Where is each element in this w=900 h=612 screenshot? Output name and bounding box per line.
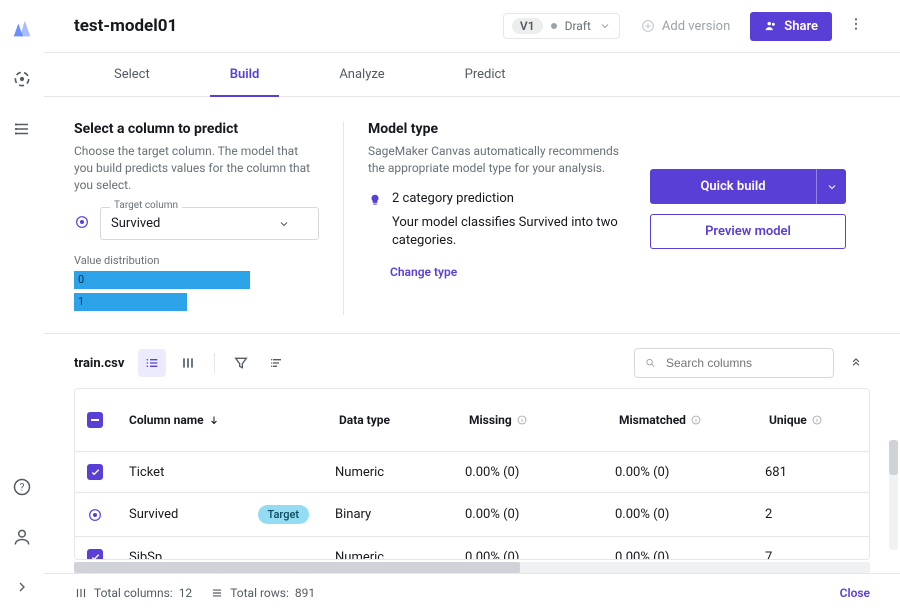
col-header-dtype[interactable]: Data type [335, 413, 465, 427]
nav-item-1-icon[interactable] [11, 68, 33, 90]
table-row[interactable]: SurvivedTargetBinary0.00% (0)0.00% (0)20 [75, 493, 869, 537]
header-bar: test-model01 V1 Draft Add version Share [44, 0, 900, 52]
dataset-toolbar: train.csv [74, 348, 870, 388]
view-list-icon[interactable] [138, 349, 166, 377]
search-columns-field[interactable] [664, 355, 823, 371]
people-icon [764, 19, 778, 33]
select-column-title: Select a column to predict [74, 121, 319, 137]
chevron-down-icon [826, 181, 838, 193]
change-type-link[interactable]: Change type [390, 265, 626, 279]
columns-table: Column name Data type Missing Mismatched… [74, 388, 870, 560]
account-icon[interactable] [11, 526, 33, 548]
target-column-select[interactable]: Survived [100, 207, 319, 240]
view-grid-icon[interactable] [174, 349, 202, 377]
help-icon[interactable]: ? [11, 476, 33, 498]
info-icon [690, 414, 702, 426]
toolbar-separator [214, 353, 215, 373]
tab-select[interactable]: Select [74, 53, 190, 96]
model-type-panel: Model type SageMaker Canvas automaticall… [344, 121, 650, 315]
share-label: Share [784, 19, 818, 34]
kebab-icon [848, 16, 864, 32]
target-column-value: Survived [111, 216, 160, 231]
model-type-title: Model type [368, 121, 626, 137]
value-distribution-label: Value distribution [74, 254, 319, 267]
sort-icon[interactable] [263, 349, 291, 377]
distribution-bar: 1 [74, 293, 187, 311]
total-rows: Total rows: 891 [210, 586, 315, 600]
table-row[interactable]: TicketNumeric0.00% (0)0.00% (0)6811,601 [75, 452, 869, 493]
target-pill: Target [258, 505, 310, 524]
preview-model-button[interactable]: Preview model [650, 214, 846, 249]
quick-build-dropdown[interactable] [816, 169, 846, 204]
target-row-icon [87, 507, 103, 523]
sort-desc-icon [208, 414, 220, 426]
distribution-bar: 0 [74, 271, 250, 289]
col-header-mismatched[interactable]: Mismatched [615, 413, 765, 427]
row-checkbox[interactable] [87, 549, 103, 560]
horizontal-scrollbar[interactable] [74, 562, 870, 573]
table-row[interactable]: SibSpNumeric0.00% (0)0.00% (0)70 [75, 537, 869, 560]
version-badge: V1 [512, 18, 543, 34]
app-logo-icon[interactable] [11, 18, 33, 40]
add-version-label: Add version [662, 19, 730, 34]
share-button[interactable]: Share [750, 12, 832, 41]
col-header-missing[interactable]: Missing [465, 413, 615, 427]
tab-analyze[interactable]: Analyze [299, 53, 424, 96]
column-name-cell: SurvivedTarget [125, 505, 335, 524]
vertical-scrollbar[interactable] [889, 440, 898, 550]
tab-build[interactable]: Build [190, 53, 300, 96]
version-status: Draft [565, 19, 591, 33]
build-config-panel: Select a column to predict Choose the ta… [44, 97, 900, 333]
info-icon [516, 414, 528, 426]
info-icon [811, 414, 823, 426]
nav-item-2-icon[interactable] [11, 118, 33, 140]
collapse-panel-icon[interactable] [842, 349, 870, 377]
page-title: test-model01 [74, 16, 493, 36]
chevron-down-icon [599, 20, 611, 32]
search-columns-input[interactable] [634, 348, 834, 378]
select-column-desc: Choose the target column. The model that… [74, 143, 319, 193]
chevron-down-icon [278, 218, 290, 230]
columns-icon [74, 586, 88, 600]
left-nav-rail: ? [0, 0, 44, 612]
search-icon [645, 356, 656, 370]
add-version-button[interactable]: Add version [630, 12, 740, 40]
lightbulb-icon [368, 193, 382, 211]
table-header-row: Column name Data type Missing Mismatched… [75, 389, 869, 452]
plus-circle-icon [640, 18, 656, 34]
col-header-name[interactable]: Column name [125, 413, 335, 427]
dataset-section: train.csv [44, 333, 900, 573]
close-link[interactable]: Close [840, 586, 870, 600]
status-dot-icon [551, 23, 557, 29]
footer-bar: Total columns: 12 Total rows: 891 Close [44, 573, 900, 612]
target-icon [74, 214, 90, 234]
quick-build-button[interactable]: Quick build [650, 169, 816, 204]
row-checkbox[interactable] [87, 464, 103, 480]
column-name-cell: Ticket [125, 465, 335, 480]
prediction-type-desc: Your model classifies Survived into two … [392, 214, 626, 252]
workflow-tabs: Select Build Analyze Predict [44, 53, 900, 97]
col-header-unique[interactable]: Unique [765, 413, 870, 427]
target-column-label: Target column [110, 200, 182, 211]
rows-icon [210, 586, 224, 600]
tab-predict[interactable]: Predict [425, 53, 546, 96]
select-all-checkbox[interactable] [87, 412, 103, 428]
more-menu-button[interactable] [842, 10, 870, 42]
prediction-type-title: 2 category prediction [392, 191, 626, 206]
filter-icon[interactable] [227, 349, 255, 377]
svg-text:?: ? [20, 482, 25, 493]
value-distribution-chart: 01 [74, 271, 319, 311]
dataset-name: train.csv [74, 356, 124, 371]
quick-build-button-group: Quick build [650, 169, 846, 204]
version-selector[interactable]: V1 Draft [503, 13, 620, 39]
model-type-desc: SageMaker Canvas automatically recommend… [368, 143, 626, 177]
total-columns: Total columns: 12 [74, 586, 192, 600]
build-actions-panel: Quick build Preview model [650, 121, 870, 315]
collapse-rail-icon[interactable] [11, 576, 33, 598]
select-column-panel: Select a column to predict Choose the ta… [74, 121, 344, 315]
column-name-cell: SibSp [125, 550, 335, 560]
